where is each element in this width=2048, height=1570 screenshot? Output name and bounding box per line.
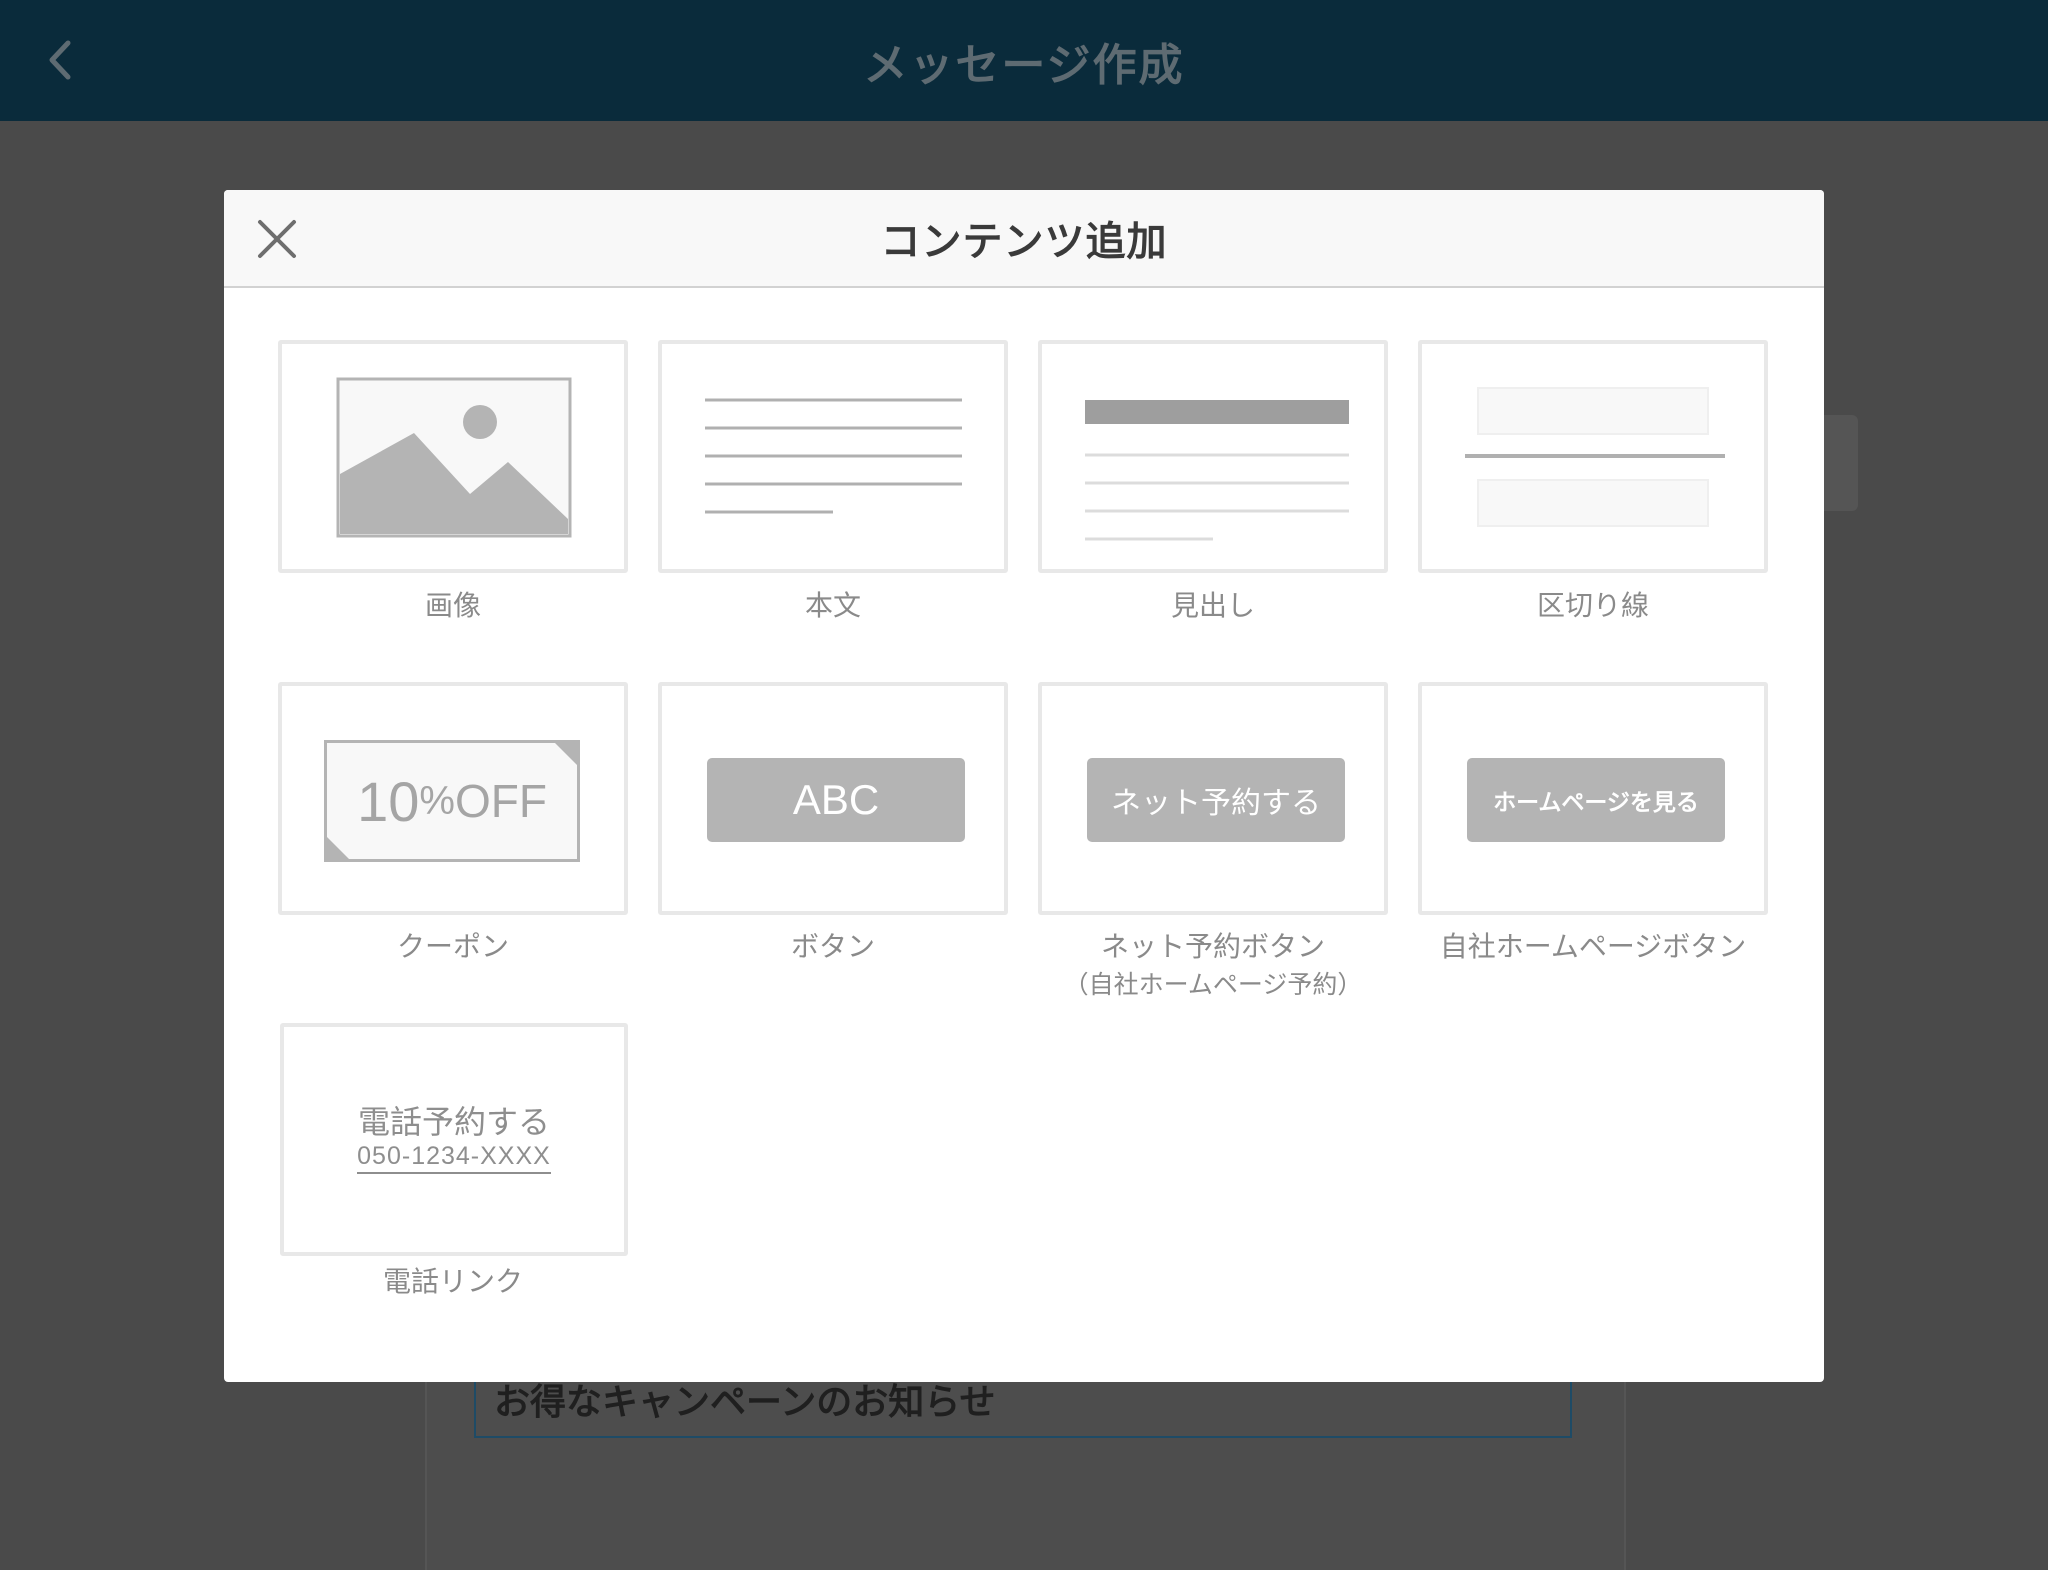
heading-option[interactable] [1038, 340, 1388, 573]
divider-option-label: 区切り線 [1536, 589, 1649, 622]
heading-icon [1085, 400, 1349, 541]
reservation-button-option-sublabel: （自社ホームページ予約） [1063, 970, 1363, 999]
text-lines-icon [705, 398, 962, 514]
button-option[interactable]: ABC [658, 682, 1008, 915]
reservation-button-option-label: ネット予約ボタン [1100, 930, 1325, 963]
divider-option[interactable] [1418, 340, 1768, 573]
modal-header: コンテンツ追加 [224, 190, 1824, 288]
body-text-option-label: 本文 [804, 589, 861, 622]
homepage-button-icon: ホームページを見る [1467, 758, 1725, 842]
phone-link-preview-text: 電話予約する [357, 1103, 550, 1141]
coupon-option-label: クーポン [396, 930, 509, 963]
phone-link-preview-number: 050-1234-XXXX [284, 1142, 624, 1174]
button-option-label: ボタン [790, 930, 875, 963]
phone-link-option[interactable]: 電話予約する 050-1234-XXXX [280, 1023, 628, 1256]
coupon-corner-top-right [552, 740, 580, 768]
coupon-preview-number: 10 [357, 769, 420, 833]
coupon-preview-off: OFF [454, 775, 547, 827]
coupon-icon: 10% OFF [324, 740, 580, 862]
button-icon: ABC [707, 758, 965, 842]
app-bar: メッセージ作成 [0, 0, 2048, 121]
coupon-corner-bottom-left [324, 834, 352, 862]
phone-number-text: 050-1234-XXXX [357, 1142, 551, 1174]
app-title: メッセージ作成 [863, 39, 1185, 91]
divider-icon [1465, 387, 1725, 527]
image-placeholder-icon [336, 377, 572, 538]
homepage-button-option[interactable]: ホームページを見る [1418, 682, 1768, 915]
coupon-option[interactable]: 10% OFF [278, 682, 628, 915]
background-collapse-handle [1818, 415, 1858, 511]
reservation-button-icon: ネット予約する [1087, 758, 1345, 842]
homepage-button-option-label: 自社ホームページボタン [1439, 930, 1747, 963]
phone-link-option-label: 電話リンク [382, 1265, 523, 1298]
image-option-label: 画像 [424, 589, 481, 622]
reservation-button-option[interactable]: ネット予約する [1038, 682, 1388, 915]
modal-title: コンテンツ追加 [880, 219, 1168, 265]
content-add-modal: コンテンツ追加 画像 本文 見出し 区切り線 10 % OFF クーポン ABC… [224, 190, 1824, 1382]
coupon-preview-percent: % [419, 778, 455, 823]
image-option[interactable] [278, 340, 628, 573]
heading-option-label: 見出し [1170, 589, 1255, 622]
body-text-option[interactable] [658, 340, 1008, 573]
